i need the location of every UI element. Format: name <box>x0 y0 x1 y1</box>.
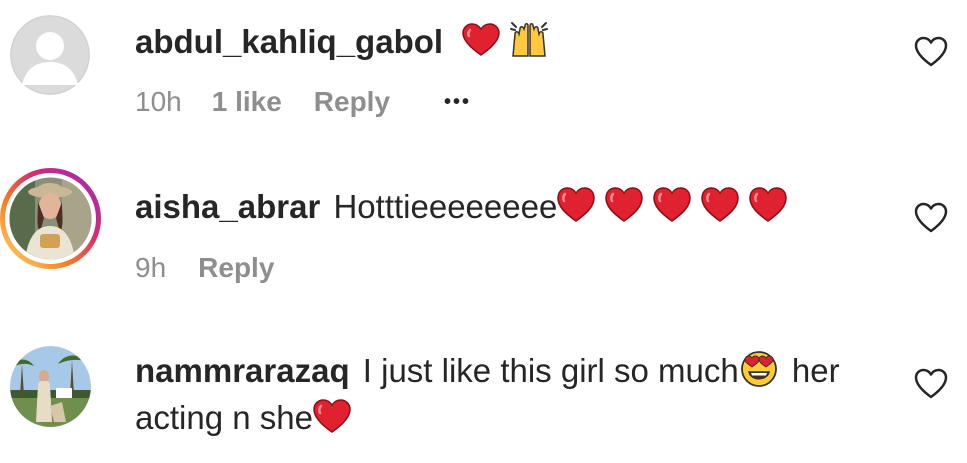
comment-item: aisha_abrar Hotttieeeeeeee 9h Reply <box>0 160 967 300</box>
comment-timestamp: 9h <box>135 252 167 283</box>
comment-body: I just like this girl so much <box>362 352 739 390</box>
profile-photo-icon <box>10 346 91 427</box>
default-avatar-icon <box>10 15 90 95</box>
comment-text: abdul_kahliq_gabol <box>135 20 549 69</box>
heart-eyes-emoji-icon <box>739 350 779 397</box>
like-heart-icon[interactable] <box>914 36 948 68</box>
comment-username[interactable]: nammrarazaq <box>135 352 350 389</box>
reply-button[interactable]: Reply <box>198 252 274 284</box>
comment-text-line-2: acting n she <box>135 398 351 443</box>
comment-likes-count[interactable]: 1 like <box>212 86 282 118</box>
comment-text: aisha_abrar Hotttieeeeeeee <box>135 186 797 233</box>
raising-hands-emoji-icon <box>509 20 549 69</box>
story-ring-avatar-icon <box>0 168 101 269</box>
avatar[interactable] <box>0 168 101 269</box>
reply-button[interactable]: Reply <box>314 86 390 118</box>
red-heart-emoji-icon <box>313 398 351 443</box>
red-heart-emoji-icon <box>557 186 797 233</box>
like-heart-icon[interactable] <box>914 368 948 400</box>
comment-username[interactable]: aisha_abrar <box>135 188 320 225</box>
comment-text: nammrarazaq I just like this girl so muc… <box>135 350 840 397</box>
comment-body-continued: her <box>782 352 840 390</box>
like-heart-icon[interactable] <box>914 202 948 234</box>
comment-username[interactable]: abdul_kahliq_gabol <box>135 23 443 60</box>
comment-item: abdul_kahliq_gabol 10h 1 like Reply ••• <box>0 0 967 140</box>
avatar[interactable] <box>10 15 90 95</box>
comment-body: Hotttieeeeeeee <box>333 188 558 226</box>
more-options-icon[interactable]: ••• <box>444 91 471 114</box>
comment-timestamp: 10h <box>135 86 182 117</box>
comment-meta: 9h Reply <box>135 252 274 284</box>
comment-body-line-2: acting n she <box>135 399 313 437</box>
red-heart-emoji-icon <box>462 23 500 66</box>
comment-meta: 10h 1 like Reply ••• <box>135 86 471 118</box>
avatar[interactable] <box>10 346 91 427</box>
comment-item: nammrarazaq I just like this girl so muc… <box>0 330 967 463</box>
